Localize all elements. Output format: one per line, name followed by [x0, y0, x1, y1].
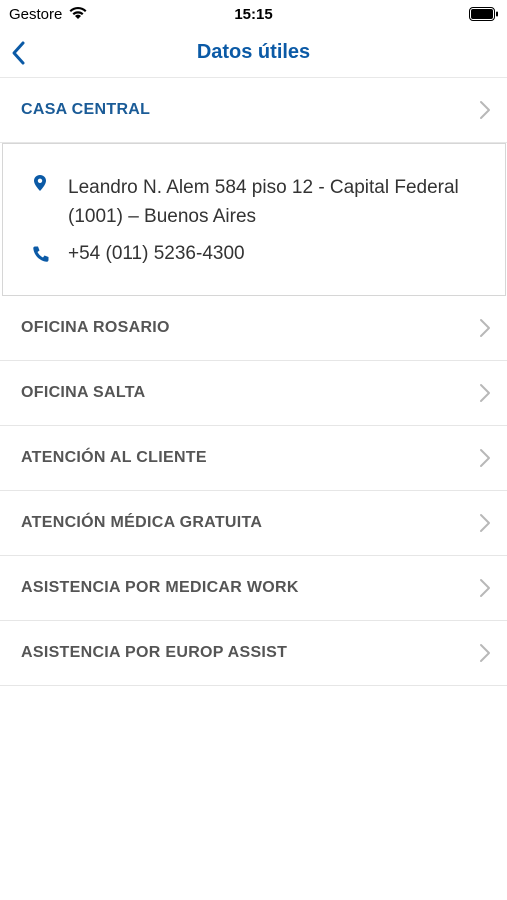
status-bar: Gestore 15:15 — [0, 0, 507, 30]
list-item-casa-central[interactable]: CASA CENTRAL — [0, 78, 507, 143]
list-item-label: ATENCIÓN AL CLIENTE — [21, 449, 207, 466]
list-item-label: OFICINA ROSARIO — [21, 319, 170, 336]
list-item-asistencia-europ-assist[interactable]: ASISTENCIA POR EUROP ASSIST — [0, 621, 507, 686]
casa-central-detail: Leandro N. Alem 584 piso 12 - Capital Fe… — [2, 143, 506, 296]
list-item-atencion-medica-gratuita[interactable]: ATENCIÓN MÉDICA GRATUITA — [0, 491, 507, 556]
phone-number[interactable]: +54 (011) 5236-4300 — [68, 243, 245, 265]
list-item-atencion-al-cliente[interactable]: ATENCIÓN AL CLIENTE — [0, 426, 507, 491]
location-pin-icon — [33, 174, 47, 192]
list-item-oficina-rosario[interactable]: OFICINA ROSARIO — [0, 296, 507, 361]
battery-icon — [469, 7, 499, 25]
contact-list: CASA CENTRAL Leandro N. Alem 584 piso 12… — [0, 78, 507, 686]
list-item-label: ASISTENCIA POR EUROP ASSIST — [21, 644, 288, 661]
address-text: Leandro N. Alem 584 piso 12 - Capital Fe… — [68, 177, 459, 227]
navigation-bar: Datos útiles — [0, 30, 507, 78]
phone-icon — [32, 245, 50, 263]
list-item-oficina-salta[interactable]: OFICINA SALTA — [0, 361, 507, 426]
chevron-right-icon — [479, 513, 491, 533]
list-item-label: CASA CENTRAL — [21, 101, 151, 118]
list-item-label: OFICINA SALTA — [21, 384, 146, 401]
page-title: Datos útiles — [196, 41, 311, 63]
list-item-asistencia-medicar-work[interactable]: ASISTENCIA POR MEDICAR WORK — [0, 556, 507, 621]
list-item-label: ASISTENCIA POR MEDICAR WORK — [21, 579, 299, 596]
chevron-right-icon — [479, 100, 491, 120]
list-item-label: ATENCIÓN MÉDICA GRATUITA — [21, 514, 263, 531]
chevron-right-icon — [479, 578, 491, 598]
clock: 15:15 — [234, 6, 273, 23]
chevron-right-icon — [479, 318, 491, 338]
chevron-right-icon — [479, 383, 491, 403]
chevron-right-icon — [479, 448, 491, 468]
chevron-right-icon — [479, 643, 491, 663]
